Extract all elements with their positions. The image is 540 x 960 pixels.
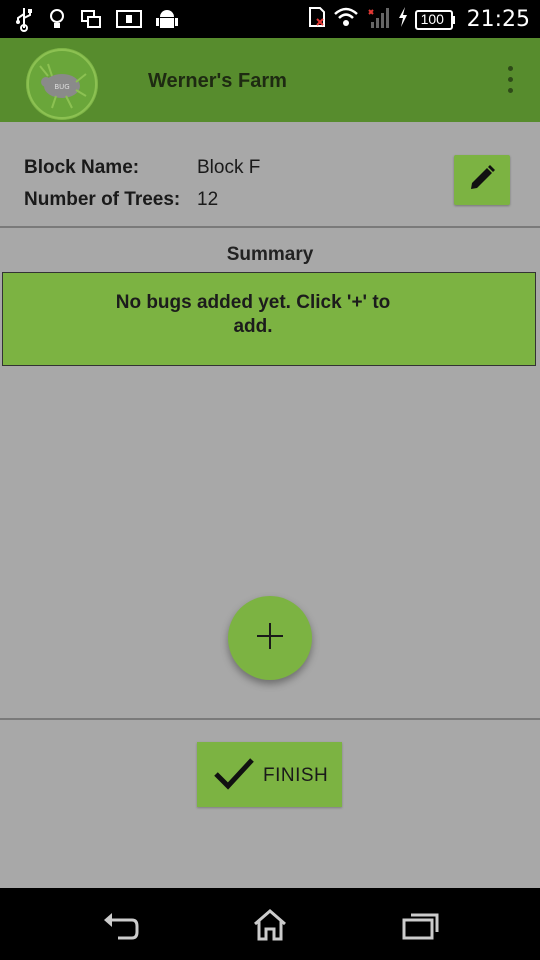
add-bug-button[interactable] [228, 596, 312, 680]
wifi-icon [333, 6, 359, 33]
screen-mirror-icon [80, 8, 102, 30]
android-icon [156, 7, 178, 31]
summary-box: No bugs added yet. Click '+' to add. [2, 272, 536, 366]
summary-title: Summary [226, 244, 314, 265]
pencil-icon [466, 162, 498, 199]
app-title: Werner's Farm [148, 70, 287, 92]
divider-top [0, 226, 540, 228]
home-icon[interactable] [252, 908, 288, 947]
recents-icon[interactable] [402, 908, 440, 947]
usb-icon [14, 6, 34, 32]
battery-level: 100 [420, 10, 444, 27]
block-name-label: Block Name: [24, 157, 140, 178]
divider-bottom [0, 718, 540, 720]
status-bar: 100 21:25 [0, 0, 540, 38]
charging-icon [397, 6, 409, 33]
finish-button[interactable]: FINISH [197, 742, 342, 807]
navigation-bar [0, 888, 540, 960]
battery-icon: 100 [414, 9, 455, 31]
plus-icon [255, 621, 285, 656]
empty-summary-message: No bugs added yet. Click '+' to add. [115, 292, 391, 337]
status-time: 21:25 [466, 7, 530, 32]
sim-missing-icon [307, 5, 327, 34]
block-name-value: Block F [197, 157, 261, 178]
finish-label: FINISH [263, 765, 329, 786]
app-bar: BUG Werner's Farm [0, 38, 540, 122]
check-icon [213, 756, 255, 797]
signal-icon [365, 4, 391, 35]
edit-button[interactable] [454, 155, 510, 205]
lightbulb-icon [48, 6, 66, 32]
bug-logo-icon: BUG [26, 48, 98, 120]
svg-text:BUG: BUG [54, 83, 69, 91]
back-icon[interactable] [100, 908, 140, 947]
news-icon [116, 9, 142, 29]
trees-label: Number of Trees: [24, 189, 181, 210]
overflow-menu-icon[interactable] [506, 66, 516, 96]
trees-value: 12 [197, 189, 219, 210]
